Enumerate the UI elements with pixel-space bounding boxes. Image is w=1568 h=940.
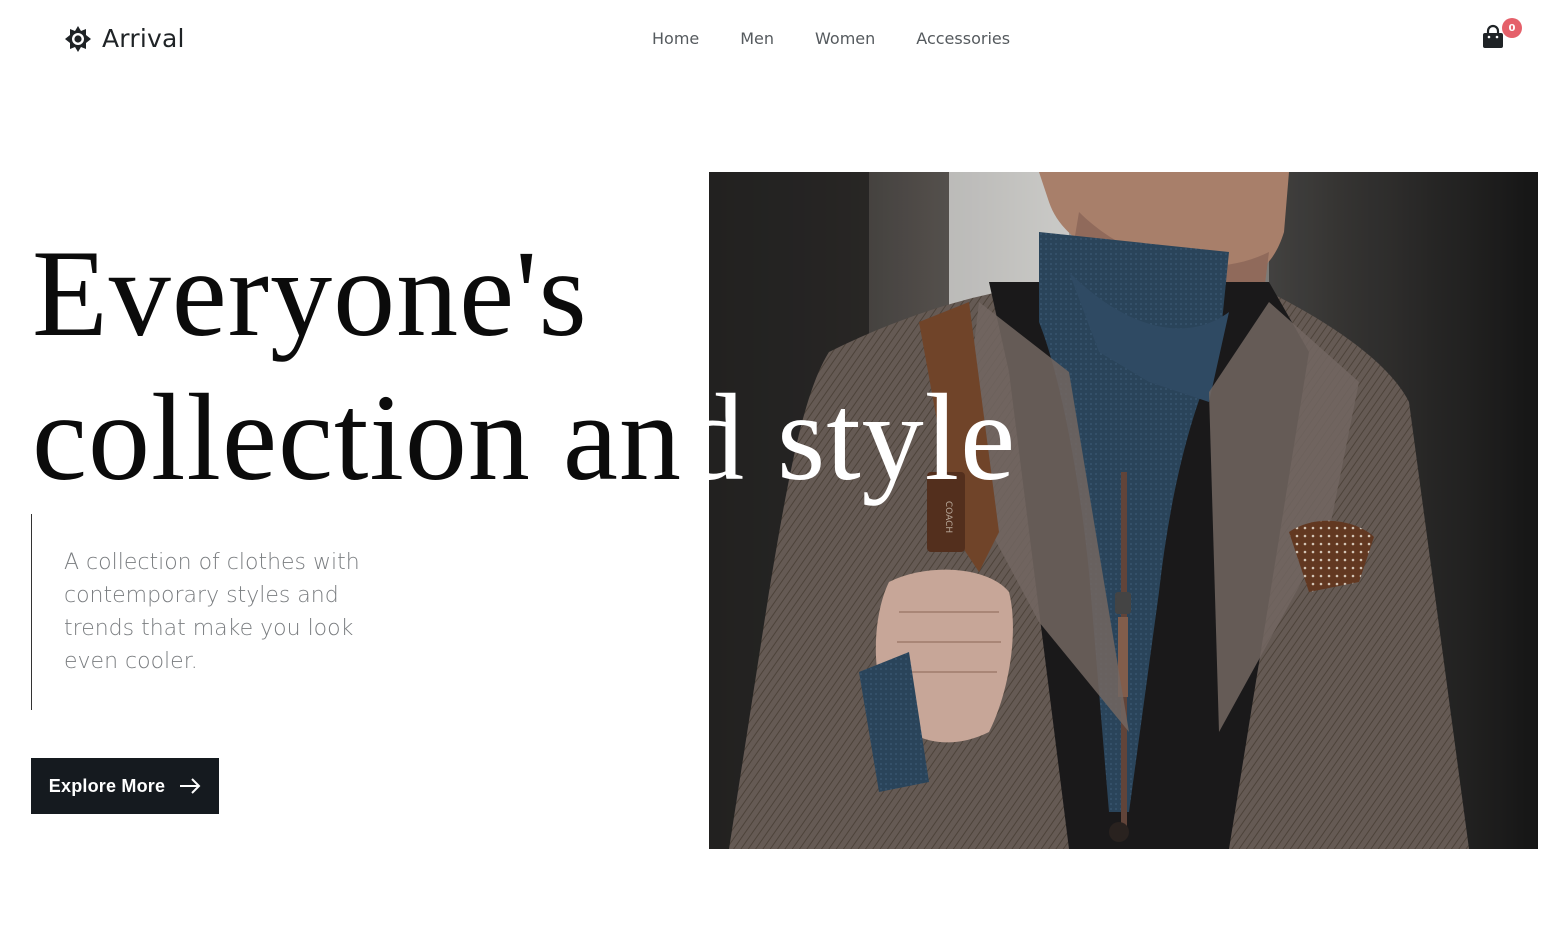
headline-line-2-dark: collection an (32, 369, 682, 506)
cart-count-badge: 0 (1502, 18, 1522, 38)
explore-more-button[interactable]: Explore More (31, 758, 219, 814)
arrow-right-icon (179, 778, 201, 794)
site-header: Arrival Home Men Women Accessories 0 (0, 0, 1568, 80)
nav-item-accessories[interactable]: Accessories (916, 29, 1010, 48)
brand-name: Arrival (102, 24, 185, 53)
nav-item-home[interactable]: Home (652, 29, 699, 48)
cart-button[interactable]: 0 (1480, 18, 1522, 54)
headline-line-2-light: d style (681, 369, 1017, 506)
hero-description: A collection of clothes with contemporar… (64, 550, 360, 674)
nav-item-men[interactable]: Men (740, 29, 774, 48)
nav-item-women[interactable]: Women (815, 29, 875, 48)
headline-line-1: Everyone's (32, 225, 588, 362)
hero-headline: Everyone's collection and style (32, 222, 1016, 510)
explore-more-label: Explore More (48, 775, 166, 796)
brand-logo[interactable]: Arrival (64, 24, 185, 53)
hero-description-block: A collection of clothes with contemporar… (31, 514, 411, 710)
gear-sun-icon (64, 25, 92, 53)
main-nav: Home Men Women Accessories (652, 29, 1010, 48)
